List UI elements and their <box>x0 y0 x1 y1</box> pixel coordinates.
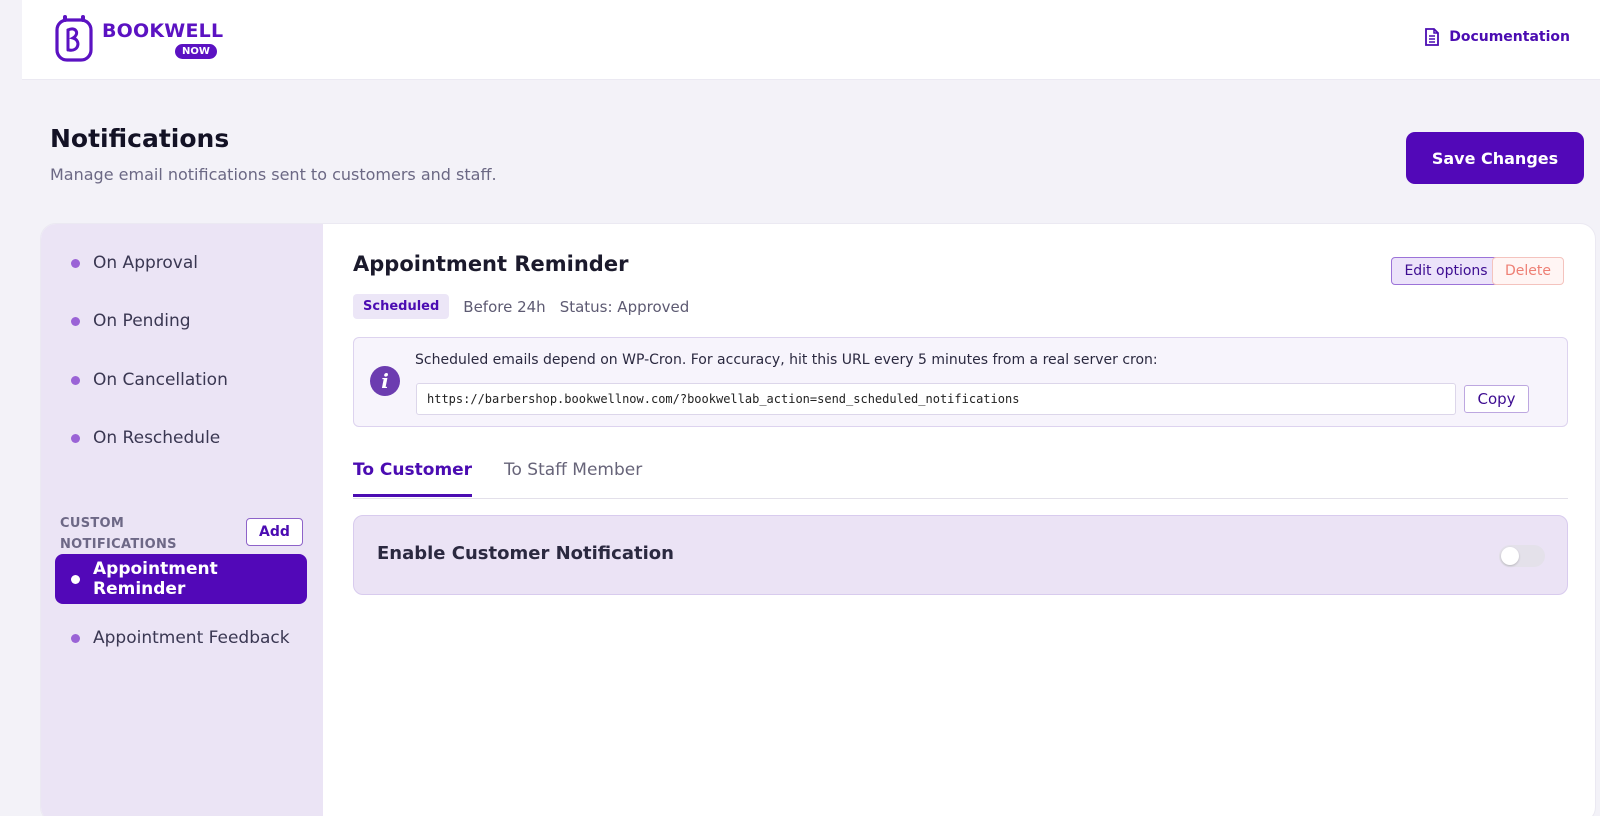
sidebar-item-on-pending[interactable]: On Pending <box>55 296 307 346</box>
sidebar-item-label: On Approval <box>93 253 198 273</box>
info-icon: i <box>370 366 400 396</box>
status-text: Status: Approved <box>559 297 690 316</box>
cron-info-box: i Scheduled emails depend on WP-Cron. Fo… <box>353 337 1568 427</box>
page-title: Notifications <box>50 124 230 153</box>
toggle-knob <box>1501 547 1519 565</box>
sidebar-item-on-cancellation[interactable]: On Cancellation <box>55 355 307 405</box>
delete-button[interactable]: Delete <box>1492 257 1564 285</box>
sidebar-item-label: Appointment Feedback <box>93 628 290 648</box>
cron-url-input[interactable] <box>416 383 1456 415</box>
bullet-dot-icon <box>71 433 80 443</box>
documentation-link[interactable]: Documentation <box>1425 28 1570 46</box>
sidebar-item-label: On Cancellation <box>93 370 228 390</box>
tab-to-customer[interactable]: To Customer <box>353 460 473 497</box>
sidebar-item-on-reschedule[interactable]: On Reschedule <box>55 413 307 463</box>
logo[interactable]: BOOKWELL NOW <box>54 14 224 64</box>
sidebar-item-label: On Pending <box>93 311 191 331</box>
add-custom-notification-button[interactable]: Add <box>246 518 303 546</box>
recipient-tabs: To Customer To Staff Member <box>353 452 1568 499</box>
logo-now-badge: NOW <box>175 44 217 59</box>
bullet-dot-icon <box>71 574 80 584</box>
bullet-dot-icon <box>71 633 80 643</box>
logo-icon <box>55 15 93 62</box>
enable-customer-label: Enable Customer Notification <box>377 543 674 564</box>
bullet-dot-icon <box>71 258 80 268</box>
tab-to-staff-member[interactable]: To Staff Member <box>504 460 642 494</box>
notification-meta: Scheduled Before 24h Status: Approved <box>353 294 689 319</box>
save-changes-button[interactable]: Save Changes <box>1406 132 1584 184</box>
cron-info-text: Scheduled emails depend on WP-Cron. For … <box>415 352 1158 368</box>
page-subtitle: Manage email notifications sent to custo… <box>50 165 497 184</box>
top-bar: BOOKWELL NOW Documentation <box>22 0 1600 80</box>
bullet-dot-icon <box>71 375 80 385</box>
sidebar-item-appointment-feedback[interactable]: Appointment Feedback <box>55 613 307 663</box>
timing-text: Before 24h <box>463 297 546 316</box>
documentation-label: Documentation <box>1449 29 1570 45</box>
sidebar-item-appointment-reminder[interactable]: Appointment Reminder <box>55 554 307 604</box>
notification-detail: Appointment Reminder Scheduled Before 24… <box>323 224 1595 816</box>
scheduled-badge: Scheduled <box>353 294 450 319</box>
notification-sidebar: On Approval On Pending On Cancellation O… <box>41 224 323 816</box>
sidebar-item-label: On Reschedule <box>93 428 221 448</box>
document-icon <box>1425 28 1440 46</box>
logo-wordmark: BOOKWELL <box>102 20 224 42</box>
notifications-card: On Approval On Pending On Cancellation O… <box>40 223 1596 816</box>
copy-url-button[interactable]: Copy <box>1464 385 1529 413</box>
enable-customer-panel: Enable Customer Notification <box>353 515 1568 595</box>
notification-title: Appointment Reminder <box>353 252 629 276</box>
edit-options-button[interactable]: Edit options <box>1391 257 1501 285</box>
custom-notifications-heading: CUSTOM NOTIFICATIONS <box>60 516 177 552</box>
sidebar-item-on-approval[interactable]: On Approval <box>55 238 307 288</box>
bullet-dot-icon <box>71 316 80 326</box>
enable-customer-toggle[interactable] <box>1499 545 1545 567</box>
sidebar-item-label: Appointment Reminder <box>93 559 218 599</box>
